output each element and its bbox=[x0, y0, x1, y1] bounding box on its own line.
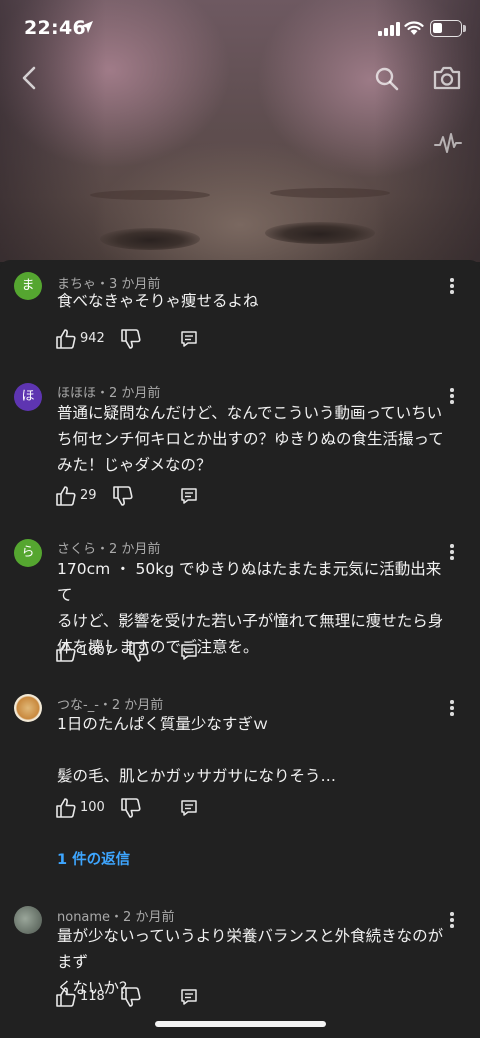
more-vertical-icon[interactable] bbox=[444, 386, 460, 406]
like-count: 100 bbox=[80, 800, 105, 815]
battery-icon bbox=[430, 20, 462, 37]
like-icon[interactable] bbox=[55, 797, 77, 819]
avatar[interactable]: ま bbox=[14, 272, 42, 300]
comment-meta: ほほほ・2 か月前 bbox=[57, 386, 161, 401]
comment-text: 普通に疑問なんだけど、なんでこういう動画っていちい ち何センチ何キロとか出すの？… bbox=[57, 404, 444, 474]
like-count: 118 bbox=[80, 989, 105, 1004]
avatar[interactable] bbox=[14, 906, 42, 934]
dislike-icon[interactable] bbox=[112, 485, 134, 507]
like-icon[interactable] bbox=[55, 328, 77, 350]
wifi-icon bbox=[404, 21, 424, 35]
comment-text: 1日のたんぱく質量少なすぎｗ 髪の毛、肌とかガッサガサになりそう… bbox=[57, 715, 337, 785]
avatar[interactable] bbox=[14, 694, 42, 722]
like-count: 29 bbox=[80, 488, 97, 503]
video-brow-left bbox=[90, 190, 210, 200]
camera-icon[interactable] bbox=[432, 65, 462, 91]
reply-icon[interactable] bbox=[180, 988, 198, 1006]
reply-icon[interactable] bbox=[180, 487, 198, 505]
home-indicator[interactable] bbox=[155, 1021, 326, 1027]
more-vertical-icon[interactable] bbox=[444, 542, 460, 562]
more-vertical-icon[interactable] bbox=[444, 910, 460, 930]
comment-actions: 29 bbox=[55, 485, 255, 509]
video-eye-right bbox=[265, 222, 375, 244]
cellular-signal-icon bbox=[378, 22, 400, 36]
comment-actions: 942 bbox=[55, 328, 255, 352]
back-arrow-icon[interactable] bbox=[20, 66, 38, 90]
like-icon[interactable] bbox=[55, 986, 77, 1008]
comment-text: 食べなきゃそりゃ痩せるよね bbox=[57, 292, 259, 310]
video-eye-left bbox=[100, 228, 200, 250]
dislike-icon[interactable] bbox=[128, 641, 150, 663]
view-replies-link[interactable]: 1 件の返信 bbox=[57, 848, 130, 869]
like-count: 1007 bbox=[80, 644, 114, 659]
dislike-icon[interactable] bbox=[120, 797, 142, 819]
comment-meta: さくら・2 か月前 bbox=[57, 542, 161, 557]
more-vertical-icon[interactable] bbox=[444, 276, 460, 296]
dislike-icon[interactable] bbox=[120, 986, 142, 1008]
battery-level bbox=[433, 23, 442, 33]
battery-tip bbox=[463, 25, 466, 32]
video-brow-right bbox=[270, 188, 390, 198]
status-time: 22:46 bbox=[24, 17, 86, 39]
activity-icon[interactable] bbox=[434, 132, 462, 156]
like-count: 942 bbox=[80, 331, 105, 346]
reply-icon[interactable] bbox=[180, 330, 198, 348]
video-thumbnail[interactable]: 22:46 bbox=[0, 0, 480, 262]
location-arrow-icon bbox=[81, 21, 93, 33]
reply-icon[interactable] bbox=[180, 643, 198, 661]
comment-actions: 1007 bbox=[55, 641, 255, 665]
status-bar: 22:46 bbox=[0, 0, 480, 54]
comment-actions: 118 bbox=[55, 986, 255, 1010]
avatar[interactable]: ら bbox=[14, 539, 42, 567]
like-icon[interactable] bbox=[55, 641, 77, 663]
comment-actions: 100 bbox=[55, 797, 255, 821]
search-icon[interactable] bbox=[374, 66, 400, 92]
reply-icon[interactable] bbox=[180, 799, 198, 817]
avatar[interactable]: ほ bbox=[14, 383, 42, 411]
dislike-icon[interactable] bbox=[120, 328, 142, 350]
more-vertical-icon[interactable] bbox=[444, 698, 460, 718]
like-icon[interactable] bbox=[55, 485, 77, 507]
